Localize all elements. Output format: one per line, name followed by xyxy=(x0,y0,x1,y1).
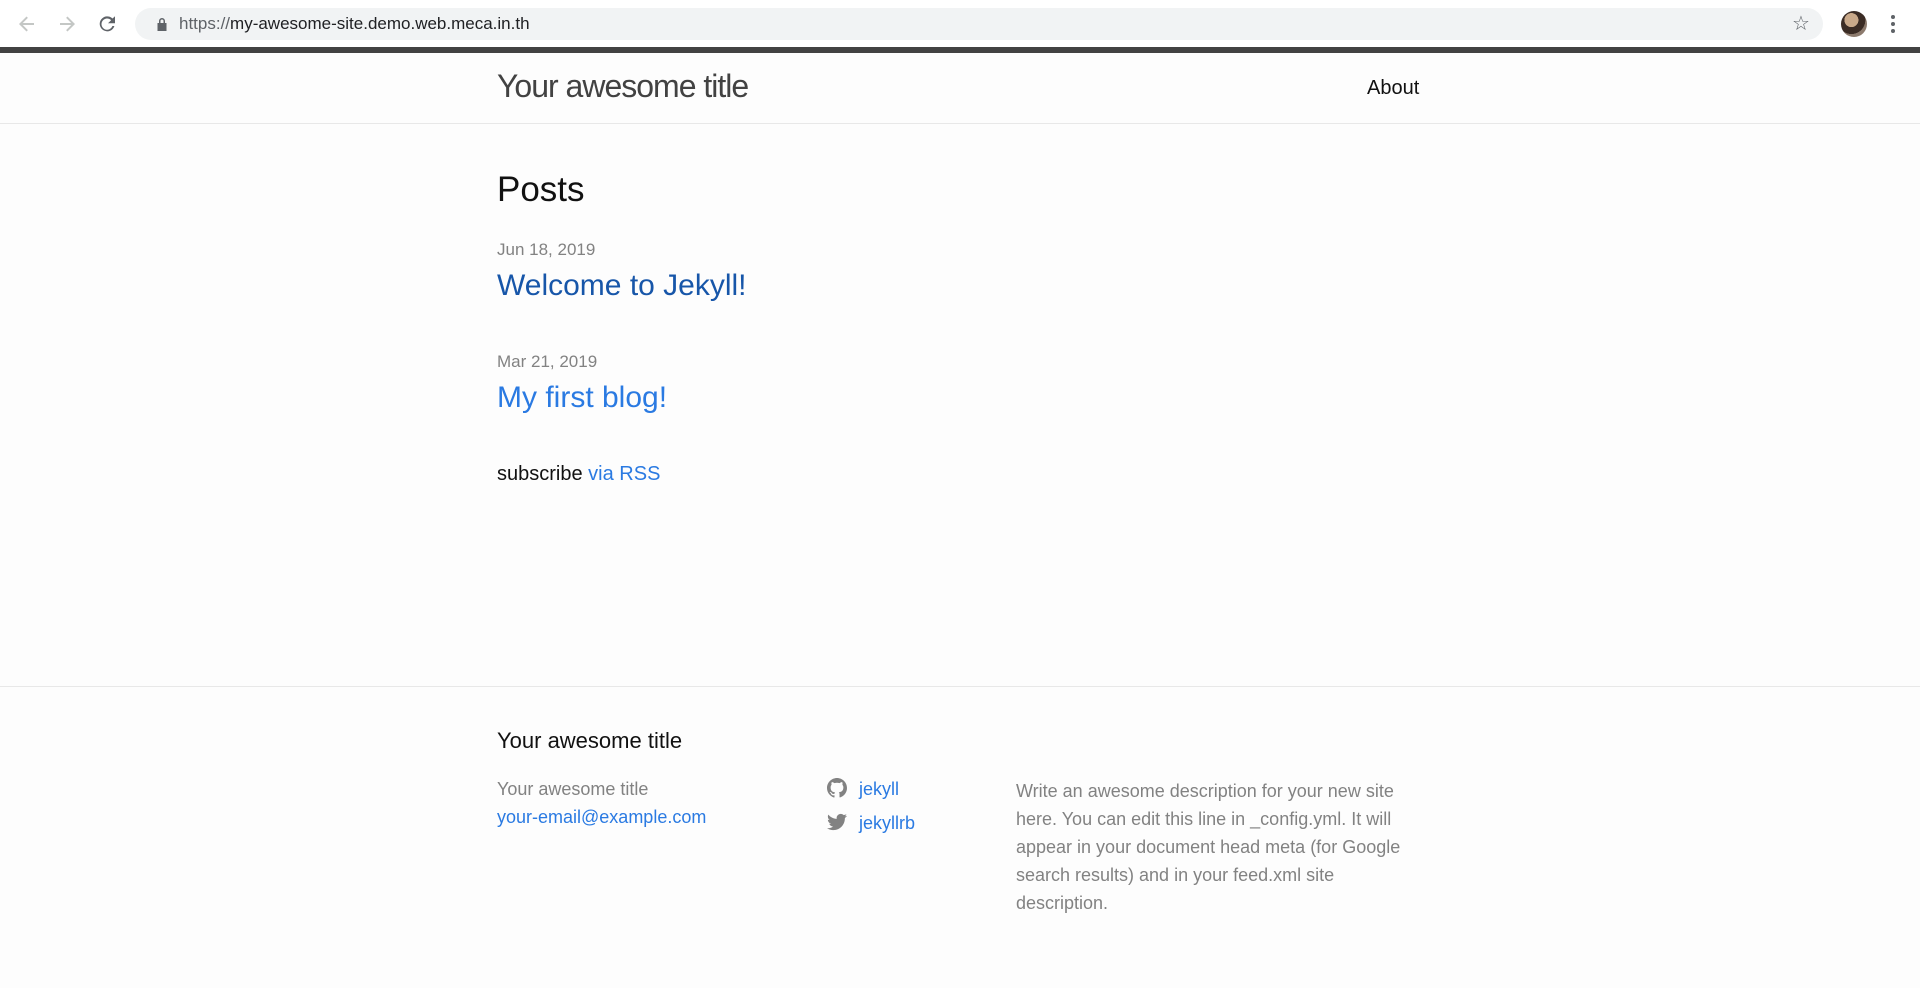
more-menu-icon[interactable] xyxy=(1883,10,1903,38)
subscribe-line: subscribe via RSS xyxy=(497,463,660,486)
subscribe-label: subscribe xyxy=(497,463,583,485)
twitter-icon[interactable] xyxy=(827,812,847,832)
reload-icon[interactable] xyxy=(93,10,121,38)
post-link[interactable]: Welcome to Jekyll! xyxy=(497,269,747,303)
address-bar[interactable]: https://my-awesome-site.demo.web.meca.in… xyxy=(135,8,1823,40)
github-link[interactable]: jekyll xyxy=(859,779,899,800)
footer-email-link[interactable]: your-email@example.com xyxy=(497,807,706,828)
site-title-link[interactable]: Your awesome title xyxy=(497,68,749,105)
post-date: Mar 21, 2019 xyxy=(497,352,598,371)
post-date: Jun 18, 2019 xyxy=(497,240,596,259)
page-heading: Posts xyxy=(497,170,585,209)
forward-arrow-icon[interactable] xyxy=(53,10,81,38)
site-header: Your awesome title About xyxy=(0,53,1920,124)
github-icon[interactable] xyxy=(827,778,847,798)
site-footer: Your awesome title Your awesome title yo… xyxy=(0,686,1920,988)
lock-icon[interactable] xyxy=(153,15,171,33)
footer-heading: Your awesome title xyxy=(497,728,683,753)
rss-link[interactable]: via RSS xyxy=(588,463,660,485)
nav-link-about[interactable]: About xyxy=(1367,77,1419,100)
url-text[interactable]: https://my-awesome-site.demo.web.meca.in… xyxy=(179,14,530,34)
avatar[interactable] xyxy=(1841,11,1867,37)
star-icon[interactable]: ☆ xyxy=(1791,14,1811,34)
site-description: Write an awesome description for your ne… xyxy=(1016,781,1401,913)
twitter-link[interactable]: jekyllrb xyxy=(859,813,915,834)
footer-name: Your awesome title xyxy=(497,779,649,799)
post-link[interactable]: My first blog! xyxy=(497,381,667,415)
browser-toolbar: https://my-awesome-site.demo.web.meca.in… xyxy=(0,0,1920,48)
back-arrow-icon[interactable] xyxy=(13,10,41,38)
